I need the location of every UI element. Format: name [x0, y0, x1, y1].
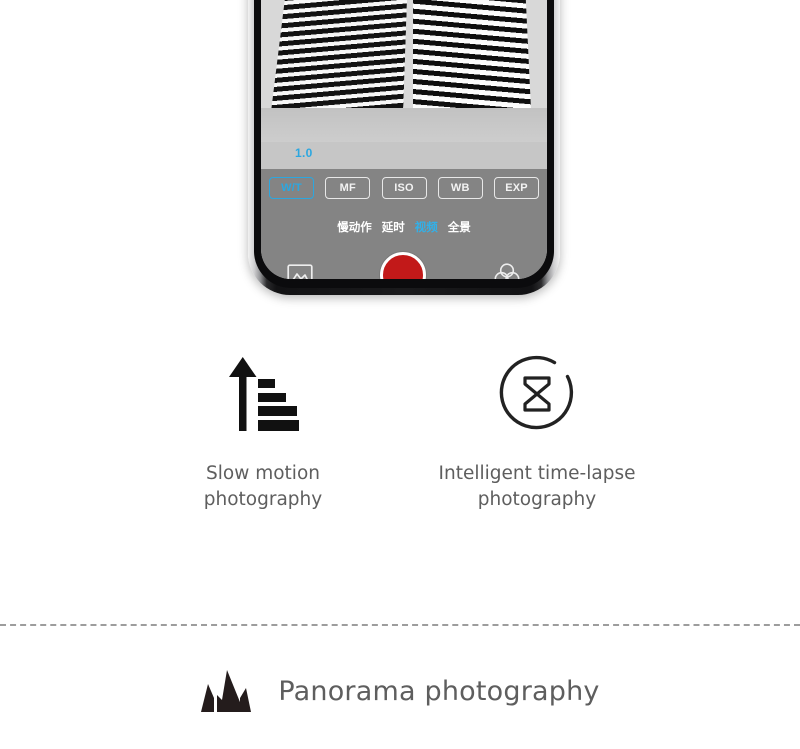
phone-device: 1.0 W/T MF ISO WB EXP 慢动作 延时 视频 全景 [248, 0, 560, 295]
setting-button-mf[interactable]: MF [325, 177, 371, 199]
capture-mode-tabs: 慢动作 延时 视频 全景 [261, 219, 547, 235]
mode-tab-panorama[interactable]: 全景 [448, 219, 471, 235]
gallery-icon[interactable] [287, 263, 313, 280]
camera-bottom-bar [261, 247, 547, 279]
feature-slow-motion-label: Slow motion photography [203, 463, 323, 510]
setting-button-exp[interactable]: EXP [494, 177, 539, 199]
slow-motion-arrow-bars-icon [229, 357, 299, 431]
setting-button-iso-label: ISO [394, 182, 414, 194]
color-filter-icon[interactable] [493, 262, 521, 279]
building-left [271, 0, 415, 110]
zoom-indicator-strip: 1.0 [261, 142, 547, 169]
panorama-section: Panorama photography [0, 668, 800, 714]
setting-button-iso[interactable]: ISO [381, 177, 427, 199]
panorama-label: Panorama photography [278, 675, 600, 707]
hourglass-in-circle-icon [499, 355, 574, 430]
camera-control-panel: W/T MF ISO WB EXP 慢动作 延时 视频 全景 [261, 169, 547, 279]
mode-tab-time-lapse[interactable]: 延时 [382, 219, 405, 235]
setting-button-mf-label: MF [339, 182, 356, 194]
feature-list: Slow motion photography Intelligent time… [0, 352, 800, 513]
photo-ground [261, 108, 547, 142]
feature-slow-motion: Slow motion photography [158, 352, 368, 513]
section-divider [0, 624, 800, 626]
setting-button-wb[interactable]: WB [437, 177, 483, 199]
mode-tab-video[interactable]: 视频 [415, 219, 438, 235]
building-right [413, 0, 531, 110]
product-feature-page: 1.0 W/T MF ISO WB EXP 慢动作 延时 视频 全景 Slow … [0, 0, 800, 749]
zoom-level-value: 1.0 [295, 146, 313, 160]
camera-setting-buttons: W/T MF ISO WB EXP [261, 177, 547, 199]
phone-mockup-stage: 1.0 W/T MF ISO WB EXP 慢动作 延时 视频 全景 [0, 0, 800, 300]
feature-time-lapse-label: Intelligent time-lapse photography [438, 463, 636, 510]
phone-screen: 1.0 W/T MF ISO WB EXP 慢动作 延时 视频 全景 [261, 0, 547, 279]
record-button[interactable] [380, 252, 426, 279]
setting-button-wt[interactable]: W/T [269, 177, 314, 199]
mountains-icon [201, 670, 252, 712]
feature-time-lapse: Intelligent time-lapse photography [432, 352, 642, 513]
feature-slow-motion-icon-wrap [227, 352, 299, 436]
mode-tab-slow-motion[interactable]: 慢动作 [337, 219, 372, 235]
setting-button-wt-label: W/T [281, 182, 302, 194]
feature-time-lapse-icon-wrap [497, 352, 577, 436]
setting-button-wb-label: WB [450, 182, 470, 194]
setting-button-exp-label: EXP [505, 182, 528, 194]
camera-viewfinder-photo [261, 0, 547, 142]
